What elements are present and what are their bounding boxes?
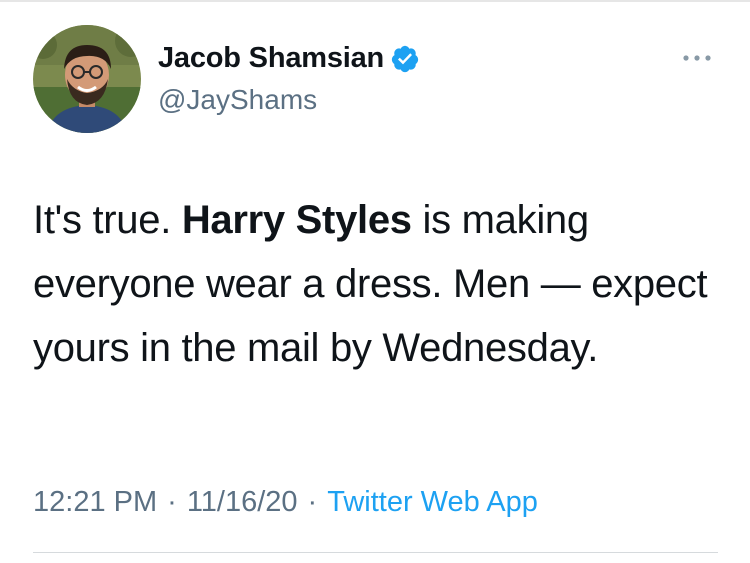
author-handle[interactable]: @JayShams (158, 84, 317, 116)
top-border (0, 0, 750, 2)
tweet-source-link[interactable]: Twitter Web App (327, 486, 538, 519)
author-display-name[interactable]: Jacob Shamsian (158, 42, 384, 75)
avatar[interactable] (33, 25, 141, 133)
tweet-text: It's true. Harry Styles is making everyo… (33, 188, 723, 380)
tweet-text-part: It's true. (33, 198, 182, 242)
verified-badge-icon (390, 44, 420, 74)
author-name-row[interactable]: Jacob Shamsian (158, 42, 420, 75)
separator: · (167, 486, 177, 518)
tweet-date[interactable]: 11/16/20 (187, 486, 298, 519)
divider (33, 552, 718, 553)
tweet-text-bold: Harry Styles (181, 198, 412, 242)
separator: · (307, 486, 318, 518)
more-options-icon[interactable] (680, 51, 714, 65)
tweet-metadata: 12:21 PM · 11/16/20 · Twitter Web App (33, 486, 538, 519)
tweet-time[interactable]: 12:21 PM (33, 486, 157, 519)
